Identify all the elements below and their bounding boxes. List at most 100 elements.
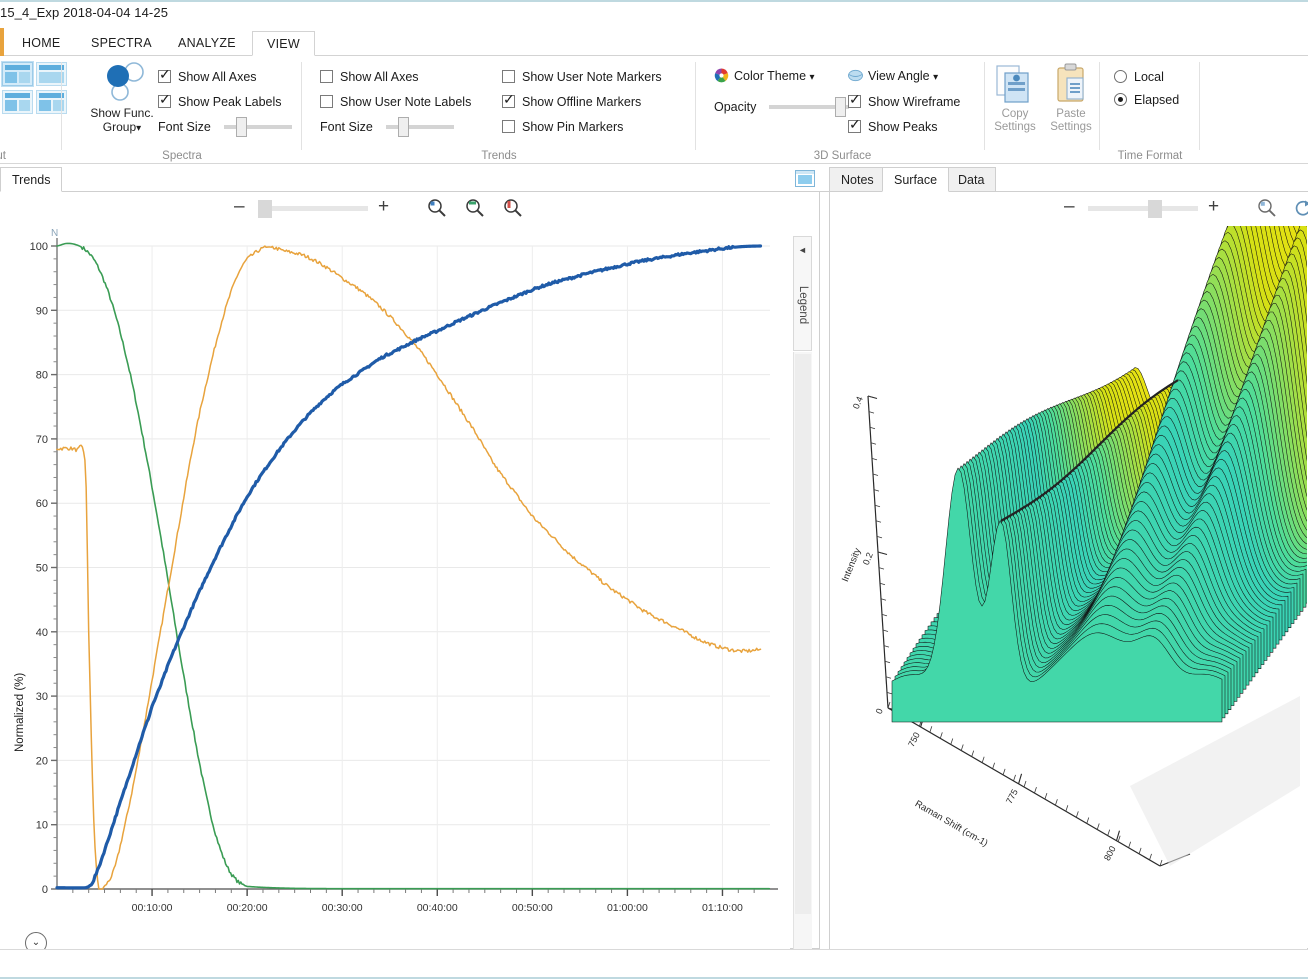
radio-circle-icon[interactable] [1114,70,1127,83]
tab-notes[interactable]: Notes [829,167,886,192]
trends-font-size-track[interactable] [386,125,454,129]
zoom-x-icon[interactable] [464,197,486,219]
copy-settings-line1: Copy [985,108,1045,121]
radio-time-local[interactable]: Local [1114,66,1164,88]
trends-zoom-out-button[interactable]: – [234,198,245,216]
svg-text:30: 30 [36,691,48,703]
radio-circle-icon[interactable] [1114,93,1127,106]
right-tab-underline-left [820,191,829,192]
trends-zoom-in-button[interactable]: + [378,198,389,216]
func-group-caret-icon[interactable]: ▾ [136,123,141,134]
surface-plot-area[interactable]: 00.20.4Intensity750775800Raman Shift (cm… [830,226,1307,950]
surface-zoom-thumb[interactable] [1148,200,1162,218]
checkbox-trends-show-user-note-labels[interactable]: Show User Note Labels [320,91,471,113]
view-angle-cube-icon [848,68,863,83]
color-theme-caret-icon[interactable]: ▾ [810,72,815,83]
show-func-group-button[interactable]: Show Func. Group▾ [74,60,170,136]
checkbox-box-icon[interactable] [848,120,861,133]
trends-font-size-slider-row: Font Size [320,116,490,138]
tab-data[interactable]: Data [946,167,996,192]
ribbon-tab-view[interactable]: VIEW [252,31,315,56]
checkbox-label: Show Wireframe [868,95,960,109]
trends-zoom-thumb[interactable] [258,200,272,218]
svg-text:90: 90 [36,305,48,317]
tab-surface[interactable]: Surface [882,167,949,192]
ribbon-tab-analyze[interactable]: ANALYZE [164,31,250,56]
checkbox-spectra-show-peak-labels[interactable]: Show Peak Labels [158,91,282,113]
checkbox-trends-show-all-axes[interactable]: Show All Axes [320,66,419,88]
opacity-slider-row: Opacity [714,96,864,118]
opacity-thumb[interactable] [835,97,846,117]
checkbox-label: Show All Axes [178,70,257,84]
copy-settings-button[interactable]: Copy Settings [985,62,1045,134]
paste-settings-button[interactable]: Paste Settings [1041,62,1101,134]
zoom-y-icon[interactable] [502,197,524,219]
layout-split-left-icon[interactable] [2,62,33,86]
trends-plot-area[interactable]: 0102030405060708090100N00:10:0000:20:000… [0,226,790,950]
ribbon-group-layout: out [0,56,62,164]
color-theme-button[interactable]: Color Theme ▾ [714,68,815,83]
tab-trends[interactable]: Trends [0,167,62,192]
layout-quad-left-icon[interactable] [2,90,33,114]
show-func-group-line1: Show Func. [74,106,170,120]
svg-text:00:20:00: 00:20:00 [227,902,268,914]
ribbon-accent-bar [0,28,4,56]
spectra-font-size-label: Font Size [158,116,211,138]
spectra-font-size-thumb[interactable] [236,117,247,137]
checkbox-box-icon[interactable] [502,120,515,133]
trends-chart-svg[interactable]: 0102030405060708090100N00:10:0000:20:000… [0,226,790,950]
show-func-group-line2: Group [103,120,136,134]
spectra-font-size-track[interactable] [224,125,292,129]
copy-settings-icon [985,62,1045,108]
ribbon-tab-spectra[interactable]: SPECTRA [77,31,166,56]
legend-tab-label: Legend [797,286,809,324]
checkbox-box-icon[interactable] [848,95,861,108]
checkbox-trends-show-user-note-markers[interactable]: Show User Note Markers [502,66,662,88]
checkbox-box-icon[interactable] [158,70,171,83]
checkbox-show-peaks[interactable]: Show Peaks [848,116,937,138]
svg-text:20: 20 [36,755,48,767]
svg-text:00:50:00: 00:50:00 [512,902,553,914]
right-panel-tabbar: Notes Surface Data [820,164,1308,192]
svg-text:80: 80 [36,370,48,382]
surface-3d-svg[interactable]: 00.20.4Intensity750775800Raman Shift (cm… [830,226,1307,950]
dock-window-icon[interactable] [795,170,815,187]
view-angle-caret-icon[interactable]: ▾ [933,72,938,83]
func-group-icon [74,60,170,104]
paste-settings-line1: Paste [1041,108,1101,121]
ribbon-group-spectra: Show Func. Group▾ Show All Axes Show Pea… [62,56,302,164]
ribbon-toolbar: out Show Func. Group▾ Show All Axes [0,56,1308,164]
svg-text:50: 50 [36,563,48,575]
ribbon-group-label-time-format: Time Format [1100,150,1200,162]
group-separator [695,62,696,150]
view-angle-button[interactable]: View Angle ▾ [848,68,938,83]
legend-panel-tab[interactable]: ◄ Legend [793,236,812,351]
checkbox-show-wireframe[interactable]: Show Wireframe [848,91,960,113]
checkbox-spectra-show-all-axes[interactable]: Show All Axes [158,66,257,88]
zoom-fit-icon[interactable] [1256,197,1278,219]
checkbox-box-icon[interactable] [320,70,333,83]
checkbox-box-icon[interactable] [158,95,171,108]
trends-zoom-track[interactable] [258,206,368,211]
trends-vertical-scrollbar[interactable] [793,352,812,950]
checkbox-trends-show-offline-markers[interactable]: Show Offline Markers [502,91,641,113]
surface-zoom-in-button[interactable]: + [1208,198,1219,216]
surface-panel: – + 00 [829,191,1308,949]
zoom-reset-icon[interactable] [1292,197,1308,219]
zoom-fit-icon[interactable] [426,197,448,219]
paste-settings-line2: Settings [1041,121,1101,134]
svg-text:00:10:00: 00:10:00 [132,902,173,914]
legend-caret-icon[interactable]: ◄ [798,245,807,255]
checkbox-box-icon[interactable] [502,70,515,83]
application-window: 15_4_Exp 2018-04-04 14-25 HOME SPECTRA A… [0,0,1308,979]
radio-time-elapsed[interactable]: Elapsed [1114,89,1179,111]
checkbox-box-icon[interactable] [320,95,333,108]
checkbox-box-icon[interactable] [502,95,515,108]
ribbon-tab-home[interactable]: HOME [8,31,75,56]
surface-zoom-track[interactable] [1088,206,1198,211]
scrollbar-thumb[interactable] [795,354,811,914]
trends-font-size-thumb[interactable] [398,117,409,137]
ribbon-group-label-trends: Trends [302,150,696,162]
surface-zoom-out-button[interactable]: – [1064,198,1075,216]
checkbox-trends-show-pin-markers[interactable]: Show Pin Markers [502,116,623,138]
